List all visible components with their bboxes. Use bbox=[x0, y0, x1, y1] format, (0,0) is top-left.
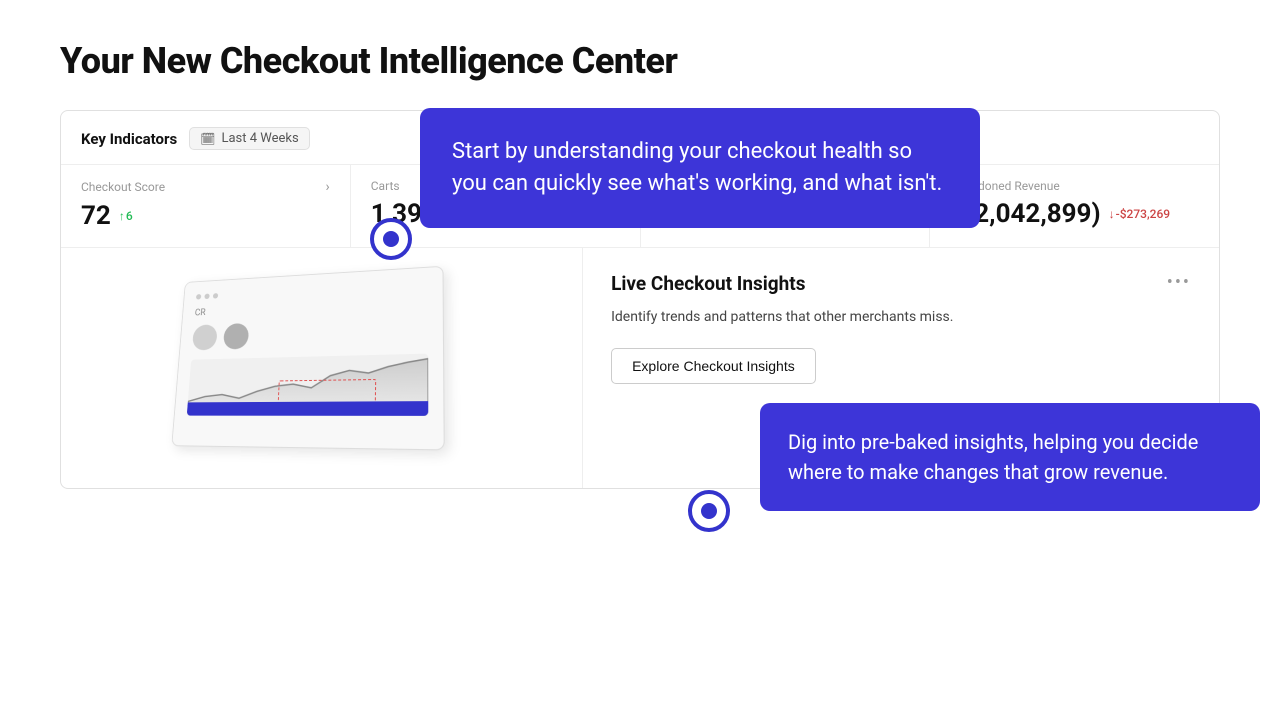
more-options-icon[interactable]: ••• bbox=[1167, 272, 1191, 293]
key-indicators-title: Key Indicators bbox=[81, 130, 177, 148]
step-indicator-2 bbox=[688, 490, 730, 532]
tooltip-health: Start by understanding your checkout hea… bbox=[420, 108, 980, 228]
chart-illustration-area: CR bbox=[61, 248, 582, 488]
dashboard-illustration: CR bbox=[169, 263, 490, 474]
illustration-chart: ⊕ +33.6% bbox=[186, 354, 428, 416]
metric-label-checkout-score: Checkout Score › bbox=[81, 179, 330, 195]
page-container: Your New Checkout Intelligence Center St… bbox=[0, 0, 1280, 529]
step-indicator-1 bbox=[370, 218, 412, 260]
insights-panel-header: Live Checkout Insights ••• bbox=[611, 272, 1191, 295]
delta-checkout-score: 6 bbox=[119, 209, 133, 223]
chart-blue-bar bbox=[186, 401, 428, 416]
chevron-right-icon: › bbox=[326, 179, 330, 195]
illustration-label: CR bbox=[194, 297, 428, 318]
metric-value-checkout-score: 72 6 bbox=[81, 201, 330, 231]
insights-description: Identify trends and patterns that other … bbox=[611, 307, 1191, 328]
insights-title: Live Checkout Insights bbox=[611, 272, 805, 295]
metric-value-abandoned-revenue: ($2,042,899) -$273,269 bbox=[950, 199, 1199, 229]
explore-checkout-insights-button[interactable]: Explore Checkout Insights bbox=[611, 348, 816, 384]
date-range-badge[interactable]: 🗓 Last 4 Weeks bbox=[189, 127, 309, 150]
delta-abandoned-revenue: -$273,269 bbox=[1109, 207, 1171, 221]
metric-checkout-score[interactable]: Checkout Score › 72 6 bbox=[61, 165, 351, 247]
tooltip-insights: Dig into pre-baked insights, helping you… bbox=[760, 403, 1260, 511]
page-title: Your New Checkout Intelligence Center bbox=[60, 40, 1220, 82]
calendar-icon: 🗓 bbox=[200, 132, 215, 146]
metric-label-abandoned-revenue: Abandoned Revenue bbox=[950, 179, 1199, 193]
